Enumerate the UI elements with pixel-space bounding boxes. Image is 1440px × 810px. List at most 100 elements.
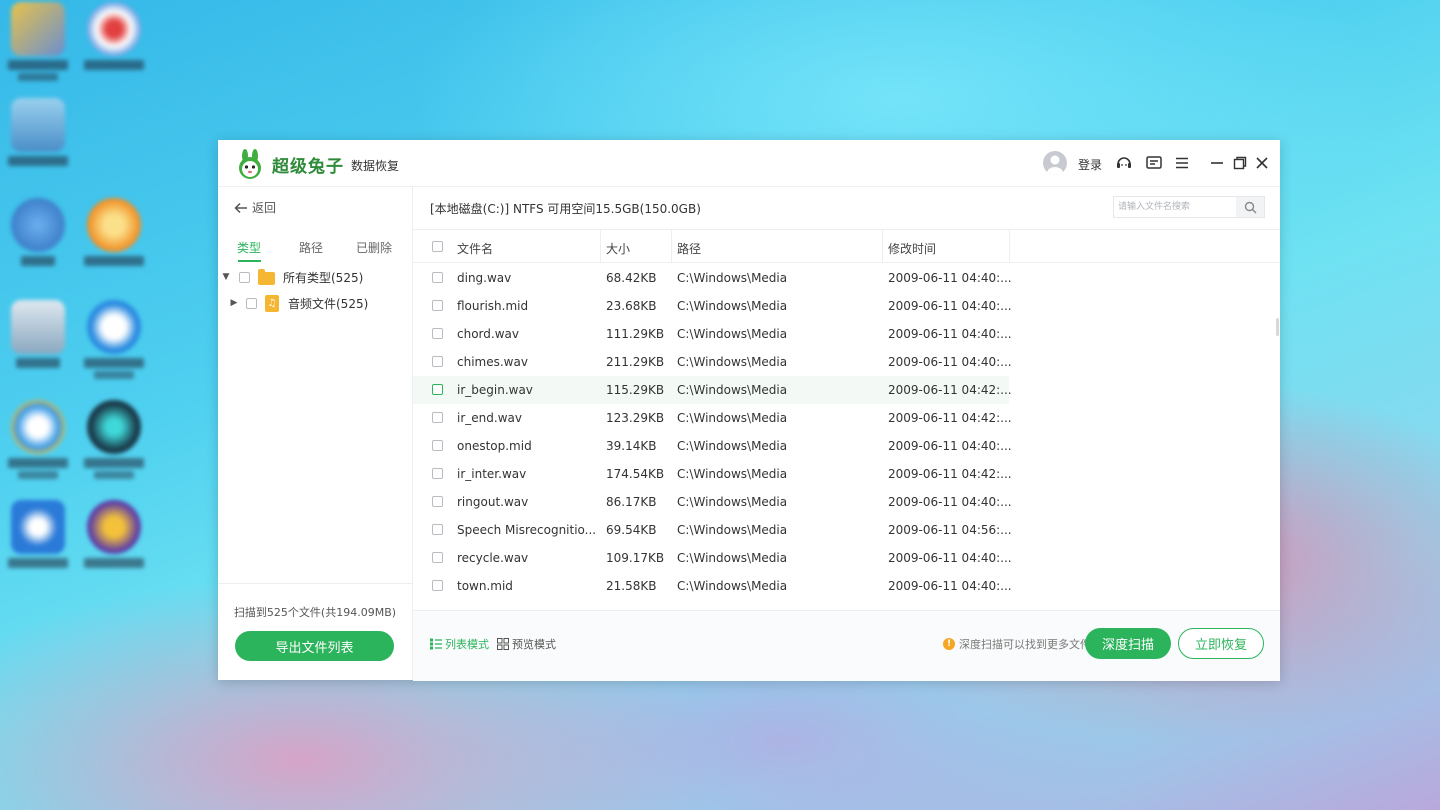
cell-modified: 2009-06-11 04:40:... bbox=[888, 495, 1012, 509]
row-checkbox[interactable] bbox=[432, 524, 443, 535]
column-divider[interactable] bbox=[1009, 230, 1010, 263]
column-header-name[interactable]: 文件名 bbox=[457, 240, 493, 257]
cell-path: C:\Windows\Media bbox=[677, 579, 788, 593]
row-checkbox[interactable] bbox=[432, 468, 443, 479]
menu-icon[interactable] bbox=[1172, 153, 1192, 173]
cell-name: recycle.wav bbox=[457, 551, 529, 565]
desktop-icon-internet-explorer[interactable] bbox=[0, 400, 76, 479]
cell-name: ding.wav bbox=[457, 271, 512, 285]
desktop-icon-recycle-bin[interactable] bbox=[0, 300, 76, 368]
tab-type[interactable]: 类型 bbox=[237, 239, 261, 256]
tab-path[interactable]: 路径 bbox=[299, 239, 323, 256]
row-checkbox[interactable] bbox=[432, 300, 443, 311]
desktop-icon-settings[interactable] bbox=[0, 500, 76, 568]
desktop-icon-app-1[interactable] bbox=[76, 2, 152, 70]
table-row[interactable]: ding.wav 68.42KB C:\Windows\Media 2009-0… bbox=[413, 264, 1012, 292]
bottom-bar: 列表模式 预览模式 ! 深度扫描可以找到更多文件 深度扫描 立即恢复 bbox=[413, 610, 1280, 681]
login-link[interactable]: 登录 bbox=[1078, 156, 1102, 173]
column-header-size[interactable]: 大小 bbox=[606, 240, 630, 257]
cell-modified: 2009-06-11 04:40:... bbox=[888, 299, 1012, 313]
export-list-button[interactable]: 导出文件列表 bbox=[235, 631, 394, 661]
table-row[interactable]: town.mid 21.58KB C:\Windows\Media 2009-0… bbox=[413, 572, 1012, 600]
tree-item-all-types[interactable]: ▼ 所有类型(525) bbox=[218, 265, 412, 289]
select-all-checkbox[interactable] bbox=[432, 241, 443, 252]
cell-path: C:\Windows\Media bbox=[677, 439, 788, 453]
row-checkbox[interactable] bbox=[432, 552, 443, 563]
desktop-icon-network[interactable] bbox=[0, 198, 76, 266]
table-row[interactable]: recycle.wav 109.17KB C:\Windows\Media 20… bbox=[413, 544, 1012, 572]
preview-mode-icon bbox=[497, 638, 509, 650]
checkbox-all-types[interactable] bbox=[239, 271, 250, 283]
list-scrollbar[interactable] bbox=[1276, 318, 1279, 336]
preview-mode-button[interactable]: 预览模式 bbox=[497, 636, 556, 652]
row-checkbox[interactable] bbox=[432, 412, 443, 423]
cell-modified: 2009-06-11 04:56:... bbox=[888, 523, 1012, 537]
cell-size: 111.29KB bbox=[606, 327, 665, 341]
checkbox-audio[interactable] bbox=[246, 297, 257, 309]
logo-rabbit-icon bbox=[239, 149, 261, 179]
desktop-icon-app-2[interactable] bbox=[76, 198, 152, 266]
table-row[interactable]: chord.wav 111.29KB C:\Windows\Media 2009… bbox=[413, 320, 1012, 348]
recover-now-button[interactable]: 立即恢复 bbox=[1178, 628, 1264, 659]
cell-size: 86.17KB bbox=[606, 495, 657, 509]
deep-scan-hint: ! 深度扫描可以找到更多文件 bbox=[943, 636, 1091, 652]
cell-size: 21.58KB bbox=[606, 579, 657, 593]
main-panel: [本地磁盘(C:)] NTFS 可用空间15.5GB(150.0GB) 文件名 … bbox=[413, 186, 1280, 681]
column-header-path[interactable]: 路径 bbox=[677, 240, 701, 257]
file-list: ding.wav 68.42KB C:\Windows\Media 2009-0… bbox=[413, 263, 1280, 610]
list-mode-icon bbox=[430, 638, 442, 650]
table-row[interactable]: ir_begin.wav 115.29KB C:\Windows\Media 2… bbox=[413, 376, 1012, 404]
desktop-icon-browser-1[interactable] bbox=[76, 300, 152, 379]
feedback-icon[interactable] bbox=[1144, 153, 1164, 173]
cell-name: ringout.wav bbox=[457, 495, 529, 509]
table-row[interactable]: flourish.mid 23.68KB C:\Windows\Media 20… bbox=[413, 292, 1012, 320]
column-divider[interactable] bbox=[600, 230, 601, 263]
folder-icon bbox=[258, 268, 275, 285]
row-checkbox[interactable] bbox=[432, 384, 443, 395]
avatar-icon[interactable] bbox=[1043, 151, 1067, 175]
cell-path: C:\Windows\Media bbox=[677, 551, 788, 565]
cell-modified: 2009-06-11 04:40:... bbox=[888, 551, 1012, 565]
expanded-caret-icon[interactable]: ▼ bbox=[221, 272, 231, 282]
row-checkbox[interactable] bbox=[432, 496, 443, 507]
column-divider[interactable] bbox=[671, 230, 672, 263]
cell-size: 174.54KB bbox=[606, 467, 665, 481]
column-header-modified[interactable]: 修改时间 bbox=[888, 240, 936, 257]
cell-modified: 2009-06-11 04:42:... bbox=[888, 467, 1012, 481]
table-row[interactable]: Speech Misrecognitio... 69.54KB C:\Windo… bbox=[413, 516, 1012, 544]
cell-path: C:\Windows\Media bbox=[677, 299, 788, 313]
tree-item-audio[interactable]: ▶ ♫ 音频文件(525) bbox=[218, 291, 412, 315]
desktop-icon-computer[interactable] bbox=[0, 98, 76, 166]
row-checkbox[interactable] bbox=[432, 356, 443, 367]
cell-modified: 2009-06-11 04:40:... bbox=[888, 327, 1012, 341]
close-icon[interactable] bbox=[1252, 153, 1272, 173]
table-row[interactable]: ringout.wav 86.17KB C:\Windows\Media 200… bbox=[413, 488, 1012, 516]
column-divider[interactable] bbox=[882, 230, 883, 263]
cell-name: town.mid bbox=[457, 579, 513, 593]
cell-modified: 2009-06-11 04:42:... bbox=[888, 383, 1012, 397]
restore-icon[interactable] bbox=[1230, 153, 1250, 173]
table-row[interactable]: onestop.mid 39.14KB C:\Windows\Media 200… bbox=[413, 432, 1012, 460]
desktop-icon-game[interactable] bbox=[76, 500, 152, 568]
tab-deleted[interactable]: 已删除 bbox=[356, 239, 392, 256]
row-checkbox[interactable] bbox=[432, 328, 443, 339]
audio-file-icon: ♫ bbox=[265, 294, 279, 312]
list-mode-label: 列表模式 bbox=[445, 638, 489, 651]
deep-scan-button[interactable]: 深度扫描 bbox=[1085, 628, 1171, 659]
collapsed-caret-icon[interactable]: ▶ bbox=[229, 298, 239, 308]
table-row[interactable]: chimes.wav 211.29KB C:\Windows\Media 200… bbox=[413, 348, 1012, 376]
table-row[interactable]: ir_inter.wav 174.54KB C:\Windows\Media 2… bbox=[413, 460, 1012, 488]
search-button[interactable] bbox=[1236, 197, 1264, 217]
minimize-icon[interactable] bbox=[1207, 153, 1227, 173]
desktop-icon-user-folder[interactable] bbox=[0, 2, 76, 81]
table-row[interactable]: ir_end.wav 123.29KB C:\Windows\Media 200… bbox=[413, 404, 1012, 432]
search-input[interactable] bbox=[1114, 197, 1244, 217]
desktop-icon-app-3[interactable] bbox=[76, 400, 152, 479]
row-checkbox[interactable] bbox=[432, 272, 443, 283]
tab-active-indicator bbox=[238, 260, 261, 262]
back-button[interactable]: 返回 bbox=[234, 199, 276, 216]
list-mode-button[interactable]: 列表模式 bbox=[430, 636, 489, 652]
row-checkbox[interactable] bbox=[432, 440, 443, 451]
row-checkbox[interactable] bbox=[432, 580, 443, 591]
support-icon[interactable] bbox=[1114, 153, 1134, 173]
